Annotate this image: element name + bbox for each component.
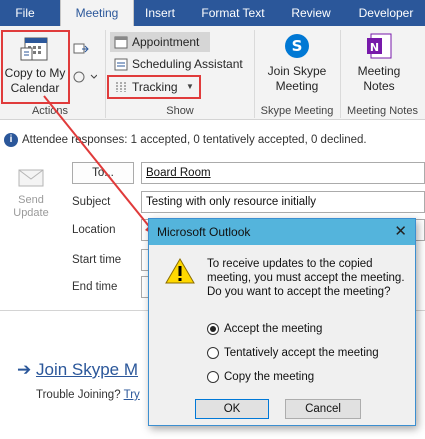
close-icon[interactable]: ✕ — [394, 222, 407, 240]
radio-tentative[interactable]: Tentatively accept the meeting — [207, 347, 379, 359]
radio-copy[interactable]: Copy the meeting — [207, 371, 314, 383]
radio-tentative-label: Tentatively accept the meeting — [224, 347, 379, 359]
microsoft-outlook-dialog: Microsoft Outlook ✕ To receive updates t… — [148, 218, 416, 426]
radio-unselected-icon — [207, 371, 219, 383]
ok-button[interactable]: OK — [195, 399, 269, 419]
radio-copy-label: Copy the meeting — [224, 371, 315, 383]
warning-icon — [165, 258, 195, 284]
dialog-title-bar: Microsoft Outlook ✕ — [149, 219, 415, 245]
radio-selected-icon — [207, 323, 219, 335]
radio-accept[interactable]: Accept the meeting — [207, 323, 322, 335]
cancel-button[interactable]: Cancel — [285, 399, 361, 419]
radio-accept-label: Accept the meeting — [224, 323, 323, 335]
dialog-message: To receive updates to the copied meeting… — [207, 258, 405, 298]
radio-unselected-icon — [207, 347, 219, 359]
dialog-title: Microsoft Outlook — [157, 225, 251, 239]
